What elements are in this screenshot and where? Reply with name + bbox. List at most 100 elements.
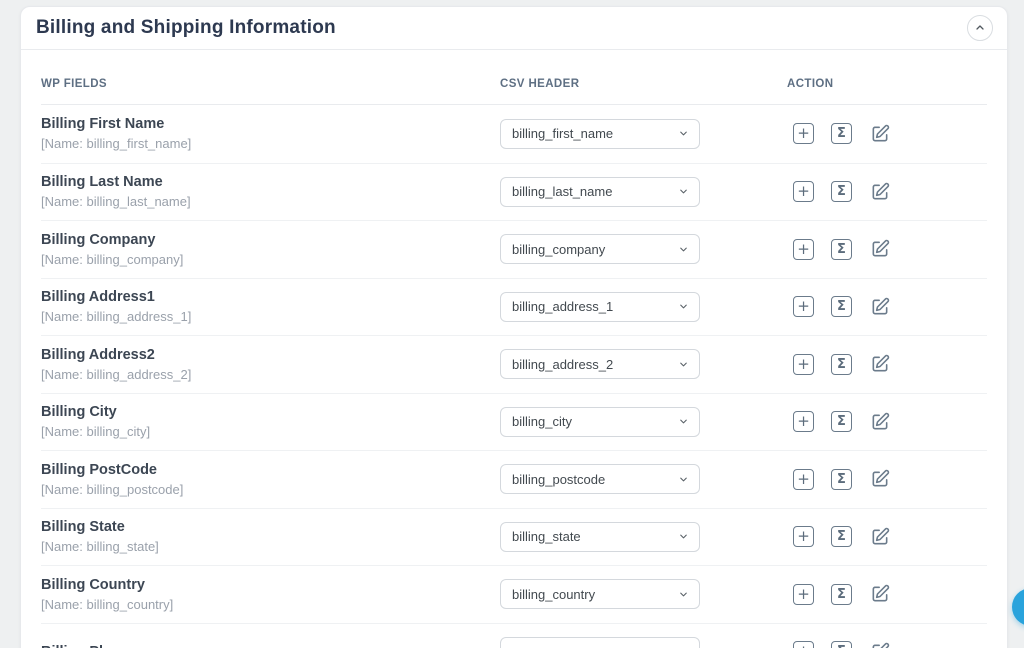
edit-button[interactable] xyxy=(869,353,891,375)
csv-header-select[interactable] xyxy=(500,637,700,648)
wp-field-cell: Billing First Name [Name: billing_first_… xyxy=(41,114,500,153)
plus-icon: + xyxy=(797,472,810,487)
wp-field-cell: Billing State [Name: billing_state] xyxy=(41,517,500,556)
add-rule-button[interactable]: + xyxy=(793,239,814,260)
evaluate-button[interactable]: Σ xyxy=(831,584,852,605)
table-row: Billing State [Name: billing_state] bill… xyxy=(41,508,987,566)
wp-field-name-hint: [Name: billing_country] xyxy=(41,595,500,614)
billing-shipping-panel: Billing and Shipping Information WP FIEL… xyxy=(20,6,1008,648)
csv-header-select[interactable]: billing_country xyxy=(500,579,700,609)
column-header-action: ACTION xyxy=(787,78,987,90)
edit-button[interactable] xyxy=(869,238,891,260)
add-rule-button[interactable]: + xyxy=(793,296,814,317)
evaluate-button[interactable]: Σ xyxy=(831,526,852,547)
sigma-icon: Σ xyxy=(837,588,846,601)
action-cell: + Σ xyxy=(787,123,987,145)
help-floating-button[interactable] xyxy=(1012,588,1024,626)
csv-header-select[interactable]: billing_address_1 xyxy=(500,292,700,322)
wp-field-cell: Billing Company [Name: billing_company] xyxy=(41,230,500,269)
csv-header-select[interactable]: billing_last_name xyxy=(500,177,700,207)
evaluate-button[interactable]: Σ xyxy=(831,296,852,317)
chevron-down-icon xyxy=(678,186,689,197)
edit-pencil-icon xyxy=(870,239,890,259)
wp-field-name-hint: [Name: billing_last_name] xyxy=(41,192,500,211)
add-rule-button[interactable]: + xyxy=(793,354,814,375)
action-cell: + Σ xyxy=(787,353,987,375)
field-mapping-table: WP FIELDS CSV HEADER ACTION Billing Firs… xyxy=(21,50,1007,648)
evaluate-button[interactable]: Σ xyxy=(831,354,852,375)
wp-field-label: Billing First Name xyxy=(41,114,500,134)
action-cell: + Σ xyxy=(787,181,987,203)
wp-field-label: Billing Country xyxy=(41,575,500,595)
wp-field-name-hint: [Name: billing_first_name] xyxy=(41,134,500,153)
sigma-icon: Σ xyxy=(837,473,846,486)
add-rule-button[interactable]: + xyxy=(793,641,814,648)
edit-button[interactable] xyxy=(869,296,891,318)
wp-field-label: Billing City xyxy=(41,402,500,422)
edit-button[interactable] xyxy=(869,411,891,433)
edit-pencil-icon xyxy=(870,642,890,648)
evaluate-button[interactable]: Σ xyxy=(831,469,852,490)
plus-icon: + xyxy=(797,644,810,648)
sigma-icon: Σ xyxy=(837,300,846,313)
evaluate-button[interactable]: Σ xyxy=(831,239,852,260)
edit-button[interactable] xyxy=(869,641,891,648)
action-cell: + Σ xyxy=(787,468,987,490)
csv-header-select[interactable]: billing_first_name xyxy=(500,119,700,149)
evaluate-button[interactable]: Σ xyxy=(831,123,852,144)
csv-header-select[interactable]: billing_city xyxy=(500,407,700,437)
evaluate-button[interactable]: Σ xyxy=(831,641,852,648)
wp-field-name-hint: [Name: billing_city] xyxy=(41,422,500,441)
sigma-icon: Σ xyxy=(837,358,846,371)
wp-field-cell: Billing Address2 [Name: billing_address_… xyxy=(41,345,500,384)
wp-field-label: Billing Address2 xyxy=(41,345,500,365)
edit-button[interactable] xyxy=(869,181,891,203)
chevron-down-icon xyxy=(678,359,689,370)
collapse-button[interactable] xyxy=(967,15,993,41)
add-rule-button[interactable]: + xyxy=(793,181,814,202)
chevron-down-icon xyxy=(678,301,689,312)
csv-header-cell: billing_state xyxy=(500,522,787,552)
edit-button[interactable] xyxy=(869,468,891,490)
wp-field-name-hint: [Name: billing_state] xyxy=(41,537,500,556)
table-row: Billing PostCode [Name: billing_postcode… xyxy=(41,450,987,508)
evaluate-button[interactable]: Σ xyxy=(831,411,852,432)
action-cell: + Σ xyxy=(787,296,987,318)
wp-field-cell: Billing Last Name [Name: billing_last_na… xyxy=(41,172,500,211)
wp-field-label: Billing Last Name xyxy=(41,172,500,192)
table-header-row: WP FIELDS CSV HEADER ACTION xyxy=(41,50,987,105)
chevron-up-icon xyxy=(974,22,986,34)
edit-button[interactable] xyxy=(869,123,891,145)
csv-header-cell xyxy=(500,637,787,648)
wp-field-label: Billing PostCode xyxy=(41,460,500,480)
wp-field-name-hint: [Name: billing_address_1] xyxy=(41,307,500,326)
csv-header-select[interactable]: billing_state xyxy=(500,522,700,552)
add-rule-button[interactable]: + xyxy=(793,526,814,547)
csv-header-selected-value: billing_city xyxy=(512,414,572,429)
table-body: Billing First Name [Name: billing_first_… xyxy=(41,105,987,648)
add-rule-button[interactable]: + xyxy=(793,411,814,432)
action-cell: + Σ xyxy=(787,583,987,605)
csv-header-select[interactable]: billing_postcode xyxy=(500,464,700,494)
csv-header-selected-value: billing_country xyxy=(512,587,595,602)
table-row: Billing Country [Name: billing_country] … xyxy=(41,565,987,623)
wp-field-cell: Billing Phone xyxy=(41,642,500,648)
wp-field-label: Billing State xyxy=(41,517,500,537)
edit-button[interactable] xyxy=(869,583,891,605)
csv-header-select[interactable]: billing_address_2 xyxy=(500,349,700,379)
wp-field-cell: Billing Country [Name: billing_country] xyxy=(41,575,500,614)
evaluate-button[interactable]: Σ xyxy=(831,181,852,202)
panel-header: Billing and Shipping Information xyxy=(21,7,1007,50)
wp-field-name-hint: [Name: billing_company] xyxy=(41,250,500,269)
edit-pencil-icon xyxy=(870,354,890,374)
add-rule-button[interactable]: + xyxy=(793,469,814,490)
edit-pencil-icon xyxy=(870,182,890,202)
csv-header-cell: billing_address_1 xyxy=(500,292,787,322)
plus-icon: + xyxy=(797,529,810,544)
add-rule-button[interactable]: + xyxy=(793,123,814,144)
wp-field-cell: Billing Address1 [Name: billing_address_… xyxy=(41,287,500,326)
add-rule-button[interactable]: + xyxy=(793,584,814,605)
wp-field-cell: Billing PostCode [Name: billing_postcode… xyxy=(41,460,500,499)
edit-button[interactable] xyxy=(869,526,891,548)
csv-header-select[interactable]: billing_company xyxy=(500,234,700,264)
